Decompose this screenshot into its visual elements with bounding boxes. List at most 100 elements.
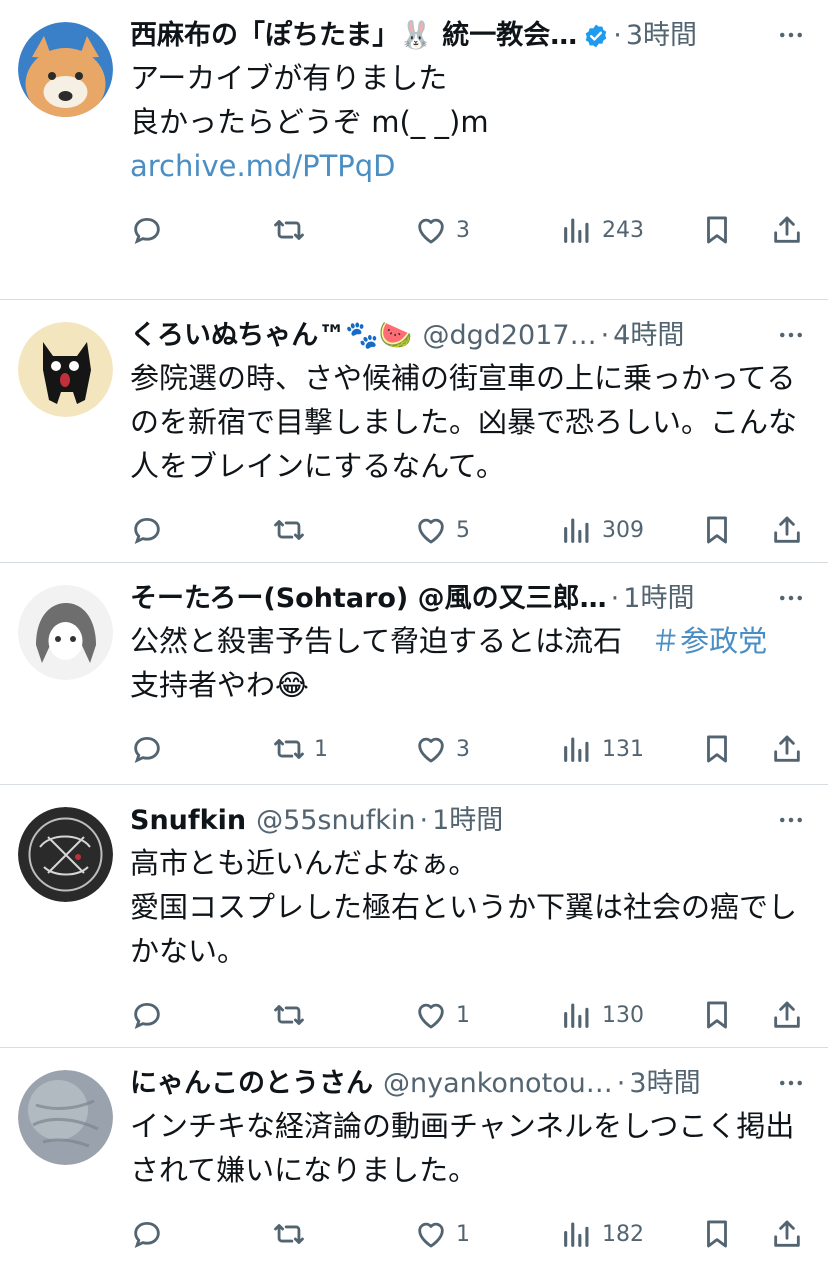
avatar[interactable] xyxy=(18,807,113,902)
analytics-icon xyxy=(564,1003,589,1028)
avatar[interactable] xyxy=(18,585,113,680)
reply-button[interactable] xyxy=(130,210,172,250)
like-count: 5 xyxy=(456,517,470,543)
tweet-text: アーカイブが有りました 良かったらどうぞ m(_ _)m archive.md/… xyxy=(130,61,489,183)
action-bar: 1 130 xyxy=(130,973,806,1059)
bookmark-button[interactable] xyxy=(700,729,734,769)
avatar[interactable] xyxy=(18,322,113,417)
view-count: 243 xyxy=(602,217,644,243)
more-options-icon[interactable] xyxy=(776,1068,806,1098)
timestamp[interactable]: 1時間 xyxy=(432,801,503,841)
retweet-button[interactable] xyxy=(272,510,314,550)
views-button[interactable]: 182 xyxy=(560,1214,644,1254)
analytics-icon xyxy=(564,737,589,762)
reply-button[interactable] xyxy=(130,995,172,1035)
bookmark-icon xyxy=(707,1220,727,1248)
analytics-icon xyxy=(564,218,589,243)
tweet[interactable]: 西麻布の「ぽちたま」🐰 統一教会… · 3時間 アーカイブが有りました 良かった… xyxy=(0,0,828,300)
tweet[interactable]: にゃんこのとうさん @nyankonotou… · 3時間 インチキな経済論の動… xyxy=(0,1048,828,1269)
avatar[interactable] xyxy=(18,1070,113,1165)
timestamp[interactable]: 3時間 xyxy=(629,1064,700,1104)
views-button[interactable]: 131 xyxy=(560,729,644,769)
tweet[interactable]: くろいぬちゃん™🐾🍉 @dgd2017… · 4時間 参院選の時、さや候補の街宣… xyxy=(0,300,828,563)
separator-dot: · xyxy=(616,1068,626,1099)
display-name[interactable]: くろいぬちゃん™🐾🍉 xyxy=(130,316,412,356)
views-button[interactable]: 130 xyxy=(560,995,644,1035)
view-count: 309 xyxy=(602,517,644,543)
like-count: 1 xyxy=(456,1002,470,1028)
tweet[interactable]: Snufkin @55snufkin · 1時間 高市とも近いんだよなぁ。 愛国… xyxy=(0,785,828,1048)
view-count: 182 xyxy=(602,1221,644,1247)
share-icon xyxy=(774,735,800,762)
retweet-count: 1 xyxy=(314,736,328,762)
tweet-text: インチキな経済論の動画チャンネルをしつこく掲出されて嫌いになりました。 xyxy=(130,1109,795,1187)
retweet-button[interactable] xyxy=(272,995,314,1035)
analytics-icon xyxy=(564,518,589,543)
share-button[interactable] xyxy=(770,729,804,769)
bookmark-button[interactable] xyxy=(700,995,734,1035)
heart-icon xyxy=(418,1003,444,1029)
like-button[interactable]: 3 xyxy=(414,210,470,250)
reply-button[interactable] xyxy=(130,1214,172,1254)
bookmark-icon xyxy=(707,1001,727,1029)
share-button[interactable] xyxy=(770,1214,804,1254)
tweet-text: 高市とも近いんだよなぁ。 愛国コスプレした極右というか下翼は社会の癌でしかない。 xyxy=(130,846,798,968)
like-button[interactable]: 1 xyxy=(414,1214,470,1254)
share-button[interactable] xyxy=(770,510,804,550)
reply-button[interactable] xyxy=(130,729,172,769)
timestamp[interactable]: 4時間 xyxy=(613,316,684,356)
timestamp[interactable]: 1時間 xyxy=(623,579,694,619)
like-count: 1 xyxy=(456,1221,470,1247)
display-name[interactable]: 西麻布の「ぽちたま」🐰 統一教会… xyxy=(130,16,577,56)
retweet-button[interactable]: 1 xyxy=(272,729,328,769)
user-handle[interactable]: @nyankonotou… xyxy=(383,1064,613,1104)
separator-dot: · xyxy=(600,320,610,351)
display-name[interactable]: そーたろー(Sohtaro) @風の又三郎… xyxy=(130,579,607,619)
bookmark-button[interactable] xyxy=(700,210,734,250)
reply-icon xyxy=(134,1002,160,1029)
retweet-button[interactable] xyxy=(272,1214,314,1254)
bookmark-button[interactable] xyxy=(700,1214,734,1254)
display-name[interactable]: にゃんこのとうさん xyxy=(130,1064,373,1104)
bookmark-icon xyxy=(707,216,727,244)
reply-icon xyxy=(134,517,160,544)
like-button[interactable]: 3 xyxy=(414,729,470,769)
more-options-icon[interactable] xyxy=(776,20,806,50)
display-name[interactable]: Snufkin xyxy=(130,801,246,841)
tweet-text: 公然と殺害予告して脅迫するとは流石 ＃参政党 支持者やわ😂 xyxy=(130,624,768,702)
tweet-link[interactable]: archive.md/PTPqD xyxy=(130,149,396,183)
timestamp[interactable]: 3時間 xyxy=(626,16,697,56)
user-handle[interactable]: @55snufkin xyxy=(256,801,415,841)
like-button[interactable]: 5 xyxy=(414,510,470,550)
bookmark-icon xyxy=(707,516,727,544)
tweet-header: そーたろー(Sohtaro) @風の又三郎… · 1時間 xyxy=(130,579,806,619)
action-bar: 1 3 131 xyxy=(130,707,806,793)
share-icon xyxy=(774,1220,800,1247)
hashtag-link[interactable]: ＃参政党 xyxy=(651,624,767,658)
bookmark-button[interactable] xyxy=(700,510,734,550)
views-button[interactable]: 243 xyxy=(560,210,644,250)
retweet-button[interactable] xyxy=(272,210,314,250)
tweet-header: Snufkin @55snufkin · 1時間 xyxy=(130,801,806,841)
more-options-icon[interactable] xyxy=(776,320,806,350)
tweet[interactable]: そーたろー(Sohtaro) @風の又三郎… · 1時間 公然と殺害予告して脅迫… xyxy=(0,563,828,785)
avatar[interactable] xyxy=(18,22,113,117)
share-button[interactable] xyxy=(770,995,804,1035)
bookmark-icon xyxy=(707,735,727,763)
heart-icon xyxy=(418,1222,444,1248)
more-options-icon[interactable] xyxy=(776,583,806,613)
reply-icon xyxy=(134,217,160,244)
separator-dot: · xyxy=(613,20,622,51)
reply-feed: 西麻布の「ぽちたま」🐰 統一教会… · 3時間 アーカイブが有りました 良かった… xyxy=(0,0,828,1269)
separator-dot: · xyxy=(419,805,429,836)
action-bar: 3 243 xyxy=(130,188,806,274)
user-handle[interactable]: @dgd2017… xyxy=(422,316,596,356)
reply-button[interactable] xyxy=(130,510,172,550)
share-icon xyxy=(774,216,800,243)
retweet-icon xyxy=(274,1224,304,1244)
like-button[interactable]: 1 xyxy=(414,995,470,1035)
more-options-icon[interactable] xyxy=(776,805,806,835)
separator-dot: · xyxy=(610,583,620,614)
views-button[interactable]: 309 xyxy=(560,510,644,550)
share-button[interactable] xyxy=(770,210,804,250)
